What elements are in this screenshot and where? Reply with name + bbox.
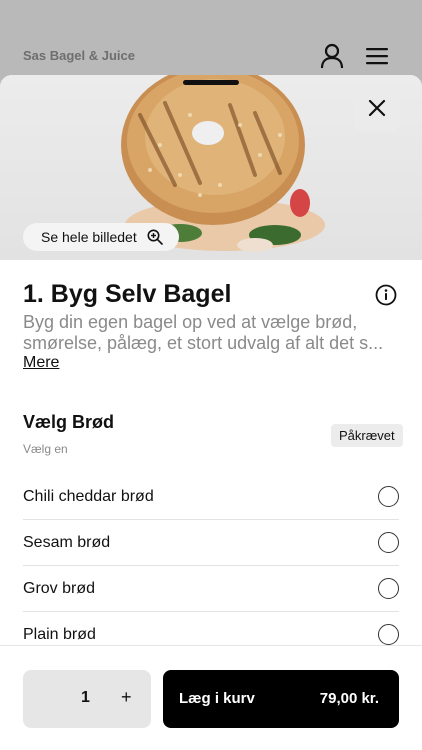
description-line-1: Byg din egen bagel op ved at vælge brød, (23, 312, 358, 332)
cart-footer: 1 + Læg i kurv 79,00 kr. (0, 645, 422, 750)
required-badge: Påkrævet (331, 424, 403, 447)
close-button[interactable] (354, 85, 400, 131)
option-group-title: Vælg Brød (23, 412, 115, 432)
radio-button[interactable] (378, 486, 399, 507)
radio-button[interactable] (378, 624, 399, 645)
zoom-in-icon (147, 229, 163, 245)
sheet-grabber[interactable] (183, 80, 239, 85)
see-image-label: Se hele billedet (41, 229, 137, 245)
add-to-cart-button[interactable]: Læg i kurv 79,00 kr. (163, 670, 399, 728)
option-group-subtitle: Vælg en (23, 442, 68, 456)
quantity-stepper[interactable]: 1 + (23, 670, 151, 728)
product-image: Se hele billedet (0, 75, 422, 260)
user-icon[interactable] (318, 42, 346, 70)
info-icon[interactable] (375, 284, 397, 306)
option-label: Plain brød (23, 625, 96, 643)
quantity-value: 1 (81, 689, 90, 706)
description-line-2: smørelse, pålæg, et stort udvalg af alt … (23, 333, 384, 353)
option-row[interactable]: Grov brød (23, 566, 399, 612)
option-row[interactable]: Sesam brød (23, 520, 399, 566)
add-to-cart-label: Læg i kurv (179, 690, 255, 707)
radio-button[interactable] (378, 578, 399, 599)
product-description: Byg din egen bagel op ved at vælge brød,… (23, 312, 393, 354)
radio-button[interactable] (378, 532, 399, 553)
more-link[interactable]: Mere (23, 354, 59, 372)
option-label: Chili cheddar brød (23, 487, 154, 505)
product-title: 1. Byg Selv Bagel (23, 280, 232, 308)
option-label: Sesam brød (23, 533, 111, 551)
option-row[interactable]: Chili cheddar brød (23, 474, 399, 520)
option-label: Grov brød (23, 579, 96, 597)
price-label: 79,00 kr. (319, 690, 379, 707)
close-icon (368, 99, 386, 117)
hamburger-menu-icon[interactable] (363, 42, 391, 70)
increase-quantity-button[interactable]: + (121, 687, 132, 708)
product-sheet: Se hele billedet 1. Byg Selv Bagel Byg d… (0, 75, 422, 750)
top-bar: Sas Bagel & Juice (0, 0, 422, 80)
shop-name: Sas Bagel & Juice (23, 48, 135, 63)
see-full-image-button[interactable]: Se hele billedet (23, 223, 179, 251)
bread-options-list: Chili cheddar brød Sesam brød Grov brød … (23, 474, 399, 658)
